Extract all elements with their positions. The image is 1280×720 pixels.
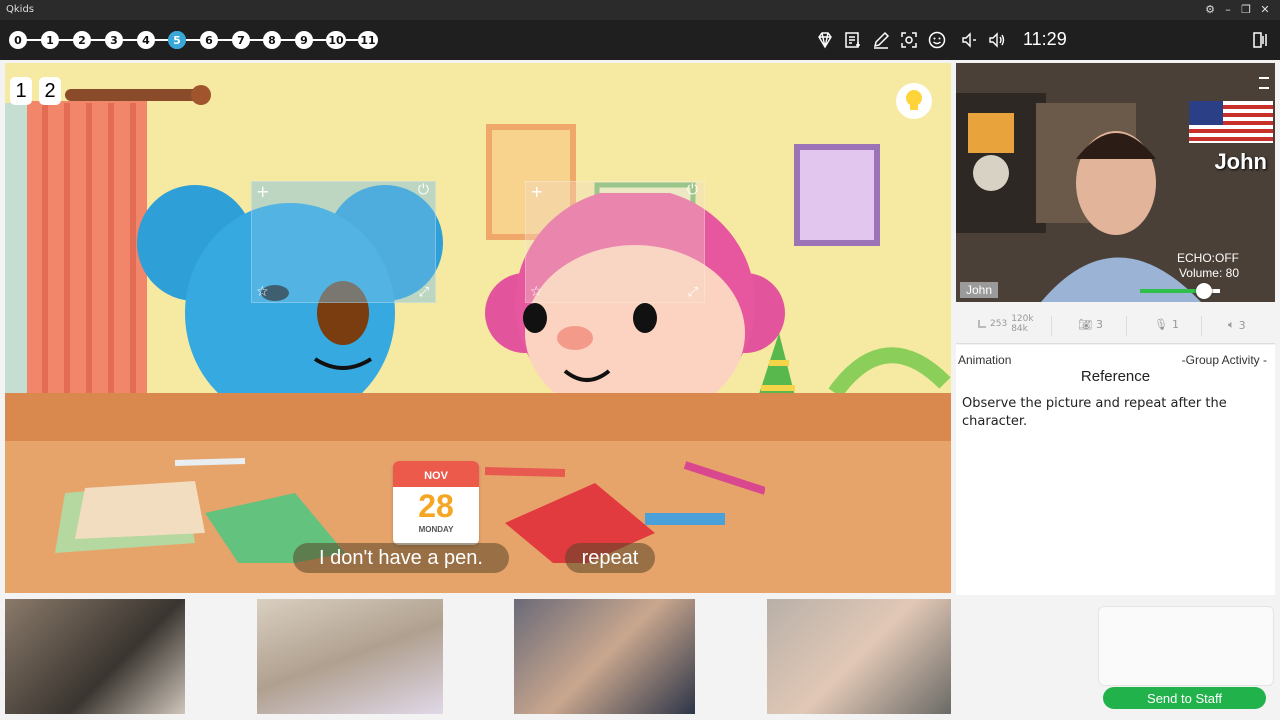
reference-panel: Animation -Group Activity - Reference Ob… <box>956 345 1275 595</box>
camera-stat[interactable]: 📷︎ 3 <box>1078 318 1103 331</box>
volume-fill <box>1140 289 1204 293</box>
page-button-3[interactable]: 3 <box>105 31 123 49</box>
calendar-prop: NOV 28 MONDAY <box>393 461 479 545</box>
message-input[interactable] <box>1098 606 1274 686</box>
teacher-name: John <box>1214 149 1267 174</box>
page-progress-line <box>18 39 368 41</box>
speaker-count: 3 <box>1238 318 1246 332</box>
slide-tab-1[interactable]: 1 <box>10 77 32 105</box>
divider <box>1126 316 1127 336</box>
add-icon[interactable]: + <box>530 182 543 201</box>
table-edge <box>5 393 951 443</box>
student-video-3[interactable] <box>514 599 695 714</box>
title-bar: Qkids ⚙ – ❐ ✕ <box>0 0 1280 20</box>
star-icon[interactable]: ☆ <box>256 284 269 300</box>
calendar-month: NOV <box>393 461 479 487</box>
speaker-icon: 🔈︎ <box>1228 318 1235 331</box>
page-button-0[interactable]: 0 <box>9 31 27 49</box>
echo-label: ECHO:OFF <box>1177 251 1239 265</box>
settings-icon[interactable]: ⚙ <box>1202 2 1218 18</box>
student-video-overlay-1[interactable]: + ⏻ ☆ ⤢ <box>251 181 436 303</box>
speaker-low-icon[interactable] <box>960 30 980 50</box>
subtitle-sentence: I don't have a pen. <box>293 543 509 573</box>
page-button-7[interactable]: 7 <box>232 31 250 49</box>
signal-icon <box>978 320 986 328</box>
exit-icon[interactable] <box>1250 30 1270 50</box>
minimize-icon[interactable]: – <box>1220 2 1236 18</box>
page-button-8[interactable]: 8 <box>263 31 281 49</box>
page-button-6[interactable]: 6 <box>200 31 218 49</box>
power-icon[interactable]: ⏻ <box>687 182 698 198</box>
mic-stat[interactable]: 🎙︎ 1 <box>1154 318 1179 331</box>
page-button-9[interactable]: 9 <box>295 31 313 49</box>
volume-label: Volume: 80 <box>1178 266 1239 280</box>
page-button-4[interactable]: 4 <box>137 31 155 49</box>
emoji-icon[interactable] <box>927 30 947 50</box>
network-value-a: 253 <box>990 319 1008 329</box>
reference-description: Observe the picture and repeat after the… <box>962 396 1227 429</box>
reference-heading: Reference <box>1080 368 1151 385</box>
speaker-stat[interactable]: 🔈︎ 3 <box>1228 318 1246 332</box>
volume-knob[interactable] <box>1196 283 1212 299</box>
activity-label: -Group Activity - <box>1181 353 1267 367</box>
top-toolbar: 0 1 2 3 4 5 6 7 8 9 10 11 11:29 <box>0 20 1280 60</box>
teacher-name-tag: John <box>960 282 999 298</box>
student-video-2[interactable] <box>257 599 443 714</box>
menu-icon[interactable] <box>1259 77 1269 89</box>
volume-slider[interactable] <box>1140 283 1220 299</box>
network-stats: 253 120k 84k <box>978 314 1034 334</box>
pen-icon[interactable] <box>871 30 891 50</box>
camera-icon: 📷︎ <box>1078 318 1092 331</box>
star-icon[interactable]: ☆ <box>530 284 543 300</box>
whiteboard-icon[interactable] <box>843 30 863 50</box>
microphone-icon: 🎙︎ <box>1154 318 1168 331</box>
subtitle-repeat: repeat <box>565 543 655 573</box>
lesson-stage[interactable]: + ⏻ ☆ ⤢ + ⏻ ☆ ⤢ NOV 28 MONDAY 1 2 I don'… <box>5 63 951 593</box>
close-icon[interactable]: ✕ <box>1257 2 1273 18</box>
student-video-overlay-2[interactable]: + ⏻ ☆ ⤢ <box>525 181 705 303</box>
page-button-11[interactable]: 11 <box>358 31 378 49</box>
network-value-b: 120k <box>1011 314 1034 324</box>
diamond-icon[interactable] <box>815 30 835 50</box>
app-name: Qkids <box>6 4 34 15</box>
divider <box>1051 316 1052 336</box>
slide-tab-2[interactable]: 2 <box>39 77 61 105</box>
divider <box>1201 316 1202 336</box>
clock: 11:29 <box>1023 29 1067 49</box>
network-value-c: 84k <box>1011 324 1028 334</box>
echo-status: ECHO:OFF Volume: 80 <box>1177 251 1239 281</box>
page-button-10[interactable]: 10 <box>326 31 346 49</box>
content-type-label: Animation <box>958 353 1012 367</box>
lightbulb-icon <box>906 90 922 110</box>
teacher-video[interactable]: John ECHO:OFF Volume: 80 John <box>956 63 1275 302</box>
page-button-1[interactable]: 1 <box>41 31 59 49</box>
page-button-5[interactable]: 5 <box>168 31 186 49</box>
expand-icon[interactable]: ⤢ <box>419 285 429 300</box>
add-icon[interactable]: + <box>256 182 269 201</box>
restore-icon[interactable]: ❐ <box>1238 2 1254 18</box>
stats-bar: 253 120k 84k 📷︎ 3 🎙︎ 1 🔈︎ 3 <box>956 308 1275 344</box>
send-to-staff-button[interactable]: Send to Staff <box>1103 687 1266 709</box>
hint-button[interactable] <box>896 83 932 119</box>
student-video-1[interactable] <box>5 599 185 714</box>
screenshot-icon[interactable] <box>899 30 919 50</box>
speaker-high-icon[interactable] <box>987 30 1007 50</box>
camera-count: 3 <box>1095 318 1103 331</box>
student-video-4[interactable] <box>767 599 951 714</box>
page-button-2[interactable]: 2 <box>73 31 91 49</box>
power-icon[interactable]: ⏻ <box>418 182 429 198</box>
expand-icon[interactable]: ⤢ <box>688 285 698 300</box>
calendar-weekday: MONDAY <box>418 525 454 534</box>
calendar-day: 28 <box>418 488 454 524</box>
mic-count: 1 <box>1171 318 1179 331</box>
